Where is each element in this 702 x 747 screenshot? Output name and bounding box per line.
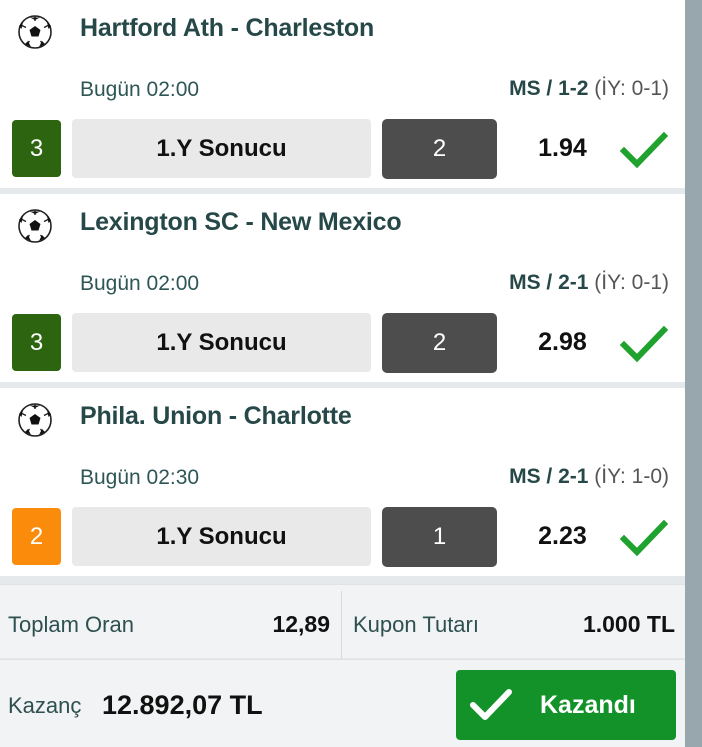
half-time-score: (İY: 0-1) bbox=[594, 77, 669, 100]
market-name: 1.Y Sonucu bbox=[72, 507, 371, 566]
half-time-score: (İY: 0-1) bbox=[594, 271, 669, 294]
market-name: 1.Y Sonucu bbox=[72, 313, 371, 372]
check-icon bbox=[620, 325, 668, 363]
coupon-detail: Hartford Ath - Charleston Bugün 02:00 MS… bbox=[0, 0, 685, 747]
winnings-label: Kazanç bbox=[8, 693, 82, 718]
match-badge: 3 bbox=[12, 120, 61, 177]
won-status-button[interactable]: Kazandı bbox=[456, 670, 676, 740]
match-result: MS / 1-2 (İY: 0-1) bbox=[509, 77, 669, 101]
match-teams[interactable]: Lexington SC - New Mexico bbox=[80, 208, 402, 237]
scrollbar[interactable] bbox=[685, 0, 702, 747]
winnings-row: Kazanç 12.892,07 TL Kazandı bbox=[0, 659, 685, 747]
selected-pick: 1 bbox=[382, 507, 497, 567]
check-icon bbox=[620, 519, 668, 557]
match-teams[interactable]: Phila. Union - Charlotte bbox=[80, 402, 352, 431]
check-icon bbox=[620, 131, 668, 169]
won-status-label: Kazandı bbox=[540, 690, 636, 719]
soccer-ball-icon bbox=[18, 15, 52, 49]
market-name: 1.Y Sonucu bbox=[72, 119, 371, 178]
match-teams[interactable]: Hartford Ath - Charleston bbox=[80, 14, 374, 43]
match-time: Bugün 02:00 bbox=[80, 78, 200, 101]
total-odds-value: 12,89 bbox=[272, 611, 330, 637]
odd-value: 1.94 bbox=[538, 134, 587, 162]
selected-pick: 2 bbox=[382, 119, 497, 179]
odd-value: 2.98 bbox=[538, 328, 587, 356]
winnings-value: 12.892,07 TL bbox=[102, 690, 263, 720]
half-time-score: (İY: 1-0) bbox=[594, 465, 669, 488]
soccer-ball-icon bbox=[18, 209, 52, 243]
match-card: Phila. Union - Charlotte Bugün 02:30 MS … bbox=[0, 388, 685, 576]
summary-divider bbox=[341, 591, 342, 661]
soccer-ball-icon bbox=[18, 403, 52, 437]
match-badge: 2 bbox=[12, 508, 61, 565]
selected-pick: 2 bbox=[382, 313, 497, 373]
match-time: Bugün 02:30 bbox=[80, 466, 200, 489]
full-time-score: MS / 1-2 bbox=[509, 77, 589, 100]
full-time-score: MS / 2-1 bbox=[509, 271, 589, 294]
stake-label: Kupon Tutarı bbox=[353, 612, 479, 637]
odd-value: 2.23 bbox=[538, 522, 587, 550]
full-time-score: MS / 2-1 bbox=[509, 465, 589, 488]
coupon-summary: Toplam Oran 12,89 Kupon Tutarı 1.000 TL bbox=[0, 584, 685, 661]
match-result: MS / 2-1 (İY: 1-0) bbox=[509, 465, 669, 489]
match-badge: 3 bbox=[12, 314, 61, 371]
stake-value: 1.000 TL bbox=[582, 611, 675, 637]
match-card: Lexington SC - New Mexico Bugün 02:00 MS… bbox=[0, 194, 685, 382]
match-card: Hartford Ath - Charleston Bugün 02:00 MS… bbox=[0, 0, 685, 188]
match-time: Bugün 02:00 bbox=[80, 272, 200, 295]
match-result: MS / 2-1 (İY: 0-1) bbox=[509, 271, 669, 295]
check-icon bbox=[470, 689, 512, 720]
total-odds-label: Toplam Oran bbox=[8, 612, 134, 637]
